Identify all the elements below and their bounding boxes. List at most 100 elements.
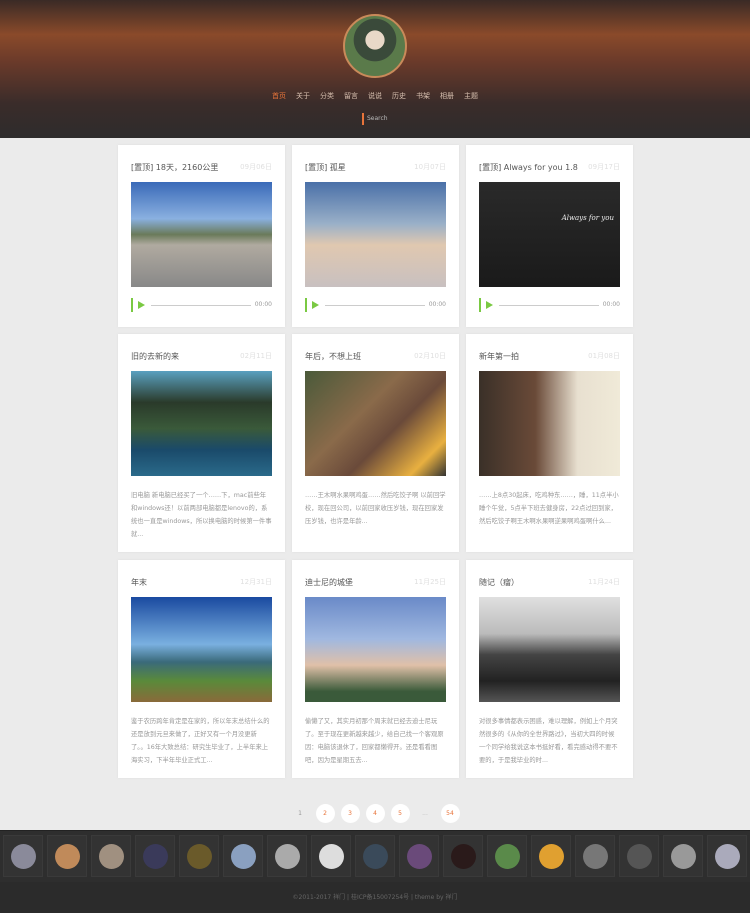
page-link[interactable]: 1 [291, 804, 310, 823]
site-avatar[interactable] [343, 14, 407, 78]
friend-link[interactable] [91, 835, 131, 877]
post-date: 01月08日 [588, 352, 620, 360]
site-header: 首页 关于 分类 留言 说说 历史 书架 相册 主题 Search [0, 0, 750, 138]
post-card[interactable]: 旧的去新的来 02月11日 旧电脑 新电脑已经买了一个……下，mac前些年和wi… [118, 334, 285, 552]
friend-link[interactable] [399, 835, 439, 877]
nav-item[interactable]: 相册 [440, 92, 454, 100]
post-title[interactable]: 随记（瘤） [479, 577, 519, 588]
friend-link[interactable] [135, 835, 175, 877]
post-image[interactable] [305, 371, 446, 476]
friend-avatar [583, 844, 608, 869]
nav-item[interactable]: 主题 [464, 92, 478, 100]
audio-player: 00:00 [131, 298, 272, 312]
progress-track[interactable] [151, 305, 251, 306]
post-card[interactable]: 随记（瘤） 11月24日 对很多事情都表示困惑，难以理解，例如上个月突然很多的《… [466, 560, 633, 778]
friend-avatar [143, 844, 168, 869]
post-title[interactable]: 年末 [131, 577, 147, 588]
friend-link[interactable] [179, 835, 219, 877]
friend-avatar [55, 844, 80, 869]
friend-avatar [187, 844, 212, 869]
search-input[interactable]: Search [362, 113, 422, 125]
post-date: 11月24日 [588, 578, 620, 586]
post-title[interactable]: [置顶] Always for you 1.8 [479, 162, 578, 173]
friend-avatar [715, 844, 740, 869]
post-image[interactable] [131, 597, 272, 702]
nav-item[interactable]: 留言 [344, 92, 358, 100]
friend-link[interactable] [531, 835, 571, 877]
post-date: 02月10日 [414, 352, 446, 360]
friend-avatar [363, 844, 388, 869]
friend-link[interactable] [223, 835, 263, 877]
post-card[interactable]: [置顶] 孤星 10月07日 00:00 [292, 145, 459, 327]
nav-item[interactable]: 关于 [296, 92, 310, 100]
page-link[interactable]: 4 [365, 804, 385, 823]
player-bar [305, 298, 307, 312]
nav-item[interactable]: 历史 [392, 92, 406, 100]
post-image[interactable] [479, 597, 620, 702]
post-image[interactable] [305, 182, 446, 287]
post-image[interactable] [479, 371, 620, 476]
friend-link[interactable] [707, 835, 747, 877]
post-date: 11月25日 [414, 578, 446, 586]
post-image[interactable] [131, 371, 272, 476]
friend-link[interactable] [663, 835, 703, 877]
friend-avatar [539, 844, 564, 869]
post-card[interactable]: 迪士尼的城堡 11月25日 偷懒了又，其实月初那个周末就已经去迪士尼玩了。至于现… [292, 560, 459, 778]
post-excerpt: 鉴于农历跨年肯定是在家的，所以年末总结什么的还是放到元旦来做了，正好又有一个月没… [131, 718, 270, 764]
post-excerpt: 旧电脑 新电脑已经买了一个……下，mac前些年和windows还！以前两部电脑都… [131, 492, 272, 538]
friend-link[interactable] [47, 835, 87, 877]
friend-avatar [99, 844, 124, 869]
post-image[interactable] [305, 597, 446, 702]
post-date: 02月11日 [240, 352, 272, 360]
nav-item[interactable]: 首页 [272, 92, 286, 100]
post-card[interactable]: 年末 12月31日 鉴于农历跨年肯定是在家的，所以年末总结什么的还是放到元旦来做… [118, 560, 285, 778]
post-title[interactable]: 迪士尼的城堡 [305, 577, 353, 588]
page-link[interactable]: 54 [440, 804, 460, 823]
page-link[interactable]: 3 [340, 804, 360, 823]
play-icon[interactable] [486, 301, 493, 309]
post-title[interactable]: [置顶] 孤星 [305, 162, 346, 173]
friend-link[interactable] [619, 835, 659, 877]
post-date: 09月17日 [588, 163, 620, 171]
friend-link[interactable] [3, 835, 43, 877]
post-image[interactable]: Always for you [479, 182, 620, 287]
progress-track[interactable] [499, 305, 599, 306]
nav-item[interactable]: 书架 [416, 92, 430, 100]
page-link[interactable]: 2 [315, 804, 335, 823]
friends-avatars-bar [0, 830, 750, 882]
post-date: 10月07日 [414, 163, 446, 171]
footer-text: ©2011-2017 祥门 | 桂ICP备15007254号 | theme b… [292, 894, 458, 901]
post-card[interactable]: [置顶] Always for you 1.8 09月17日 Always fo… [466, 145, 633, 327]
friend-avatar [11, 844, 36, 869]
friend-link[interactable] [355, 835, 395, 877]
post-title[interactable]: [置顶] 18天，2160公里 [131, 162, 218, 173]
post-card[interactable]: 新年第一拍 01月08日 ……上8点30起床，吃鸡种东……，睡，11点半小睡个午… [466, 334, 633, 552]
friend-link[interactable] [575, 835, 615, 877]
friend-link[interactable] [443, 835, 483, 877]
friend-avatar [627, 844, 652, 869]
page-link[interactable]: 5 [390, 804, 410, 823]
post-card[interactable]: 年后，不想上班 02月10日 ……王木啊水果啊鸡蛋……然后吃饺子啊 以前回学校，… [292, 334, 459, 552]
friend-avatar [319, 844, 344, 869]
friend-avatar [231, 844, 256, 869]
friend-link[interactable] [487, 835, 527, 877]
friend-avatar [407, 844, 432, 869]
play-icon[interactable] [138, 301, 145, 309]
nav-item[interactable]: 说说 [368, 92, 382, 100]
post-title[interactable]: 旧的去新的来 [131, 351, 179, 362]
friend-avatar [671, 844, 696, 869]
player-bar [479, 298, 481, 312]
post-title[interactable]: 年后，不想上班 [305, 351, 361, 362]
post-excerpt: 对很多事情都表示困惑，难以理解，例如上个月突然很多的《从你的全世界路过》，当初大… [479, 718, 618, 764]
audio-time: 00:00 [602, 301, 620, 308]
post-image[interactable] [131, 182, 272, 287]
nav-item[interactable]: 分类 [320, 92, 334, 100]
play-icon[interactable] [312, 301, 319, 309]
post-title[interactable]: 新年第一拍 [479, 351, 519, 362]
post-card[interactable]: [置顶] 18天，2160公里 09月06日 00:00 [118, 145, 285, 327]
friend-link[interactable] [311, 835, 351, 877]
audio-time: 00:00 [428, 301, 446, 308]
friend-avatar [495, 844, 520, 869]
friend-link[interactable] [267, 835, 307, 877]
progress-track[interactable] [325, 305, 425, 306]
